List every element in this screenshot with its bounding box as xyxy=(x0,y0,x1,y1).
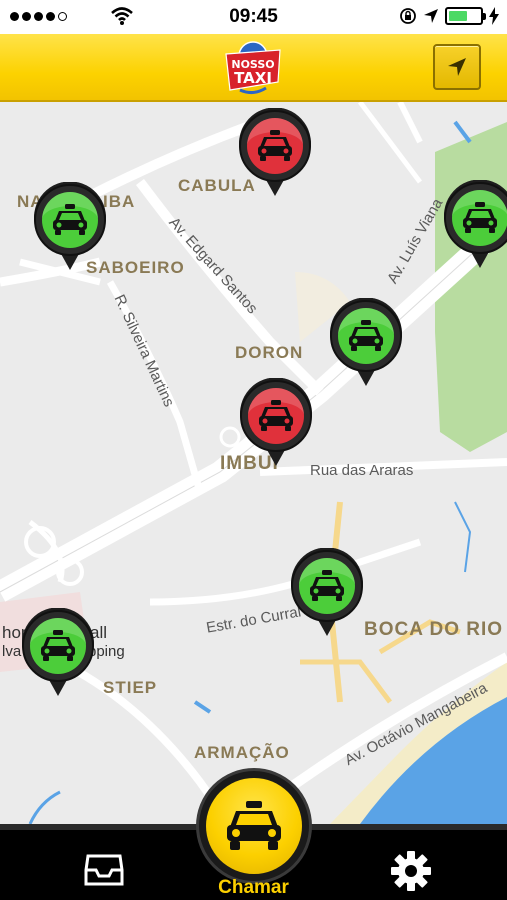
neighborhood-label: BOCA DO RIO xyxy=(364,619,504,640)
neighborhood-label: STIEP xyxy=(103,678,158,697)
taxi-pin-unavailable[interactable] xyxy=(236,378,316,468)
street-label: Rua das Araras xyxy=(310,462,414,479)
battery-icon xyxy=(445,7,486,25)
svg-text:TAXI: TAXI xyxy=(234,69,272,87)
call-taxi-label: Chamar xyxy=(218,877,289,898)
taxi-pin-available[interactable] xyxy=(326,298,406,388)
call-taxi-button[interactable] xyxy=(196,768,312,884)
locate-me-button[interactable] xyxy=(433,44,481,90)
map-view[interactable]: CABULA NA IBA SABOEIRO DORON IMBUÍ BOCA … xyxy=(0,102,507,824)
taxi-pin-available[interactable] xyxy=(18,608,98,698)
neighborhood-label: ARMAÇÃO xyxy=(194,743,290,762)
charging-bolt-icon xyxy=(489,7,499,25)
nosso-taxi-logo: NOSSO TAXI xyxy=(225,41,281,95)
taxi-pin-available[interactable] xyxy=(440,180,507,270)
taxi-pin-available[interactable] xyxy=(287,548,367,638)
navigation-arrow-icon xyxy=(448,58,466,76)
app-header: NOSSO TAXI xyxy=(0,34,507,102)
status-bar: 09:45 xyxy=(0,0,507,34)
taxi-icon xyxy=(227,801,281,850)
location-arrow-icon xyxy=(424,9,438,23)
orientation-lock-icon xyxy=(400,8,416,24)
taxi-pin-available[interactable] xyxy=(30,182,110,272)
neighborhood-label: DORON xyxy=(235,343,304,362)
taxi-pin-unavailable[interactable] xyxy=(235,108,315,198)
